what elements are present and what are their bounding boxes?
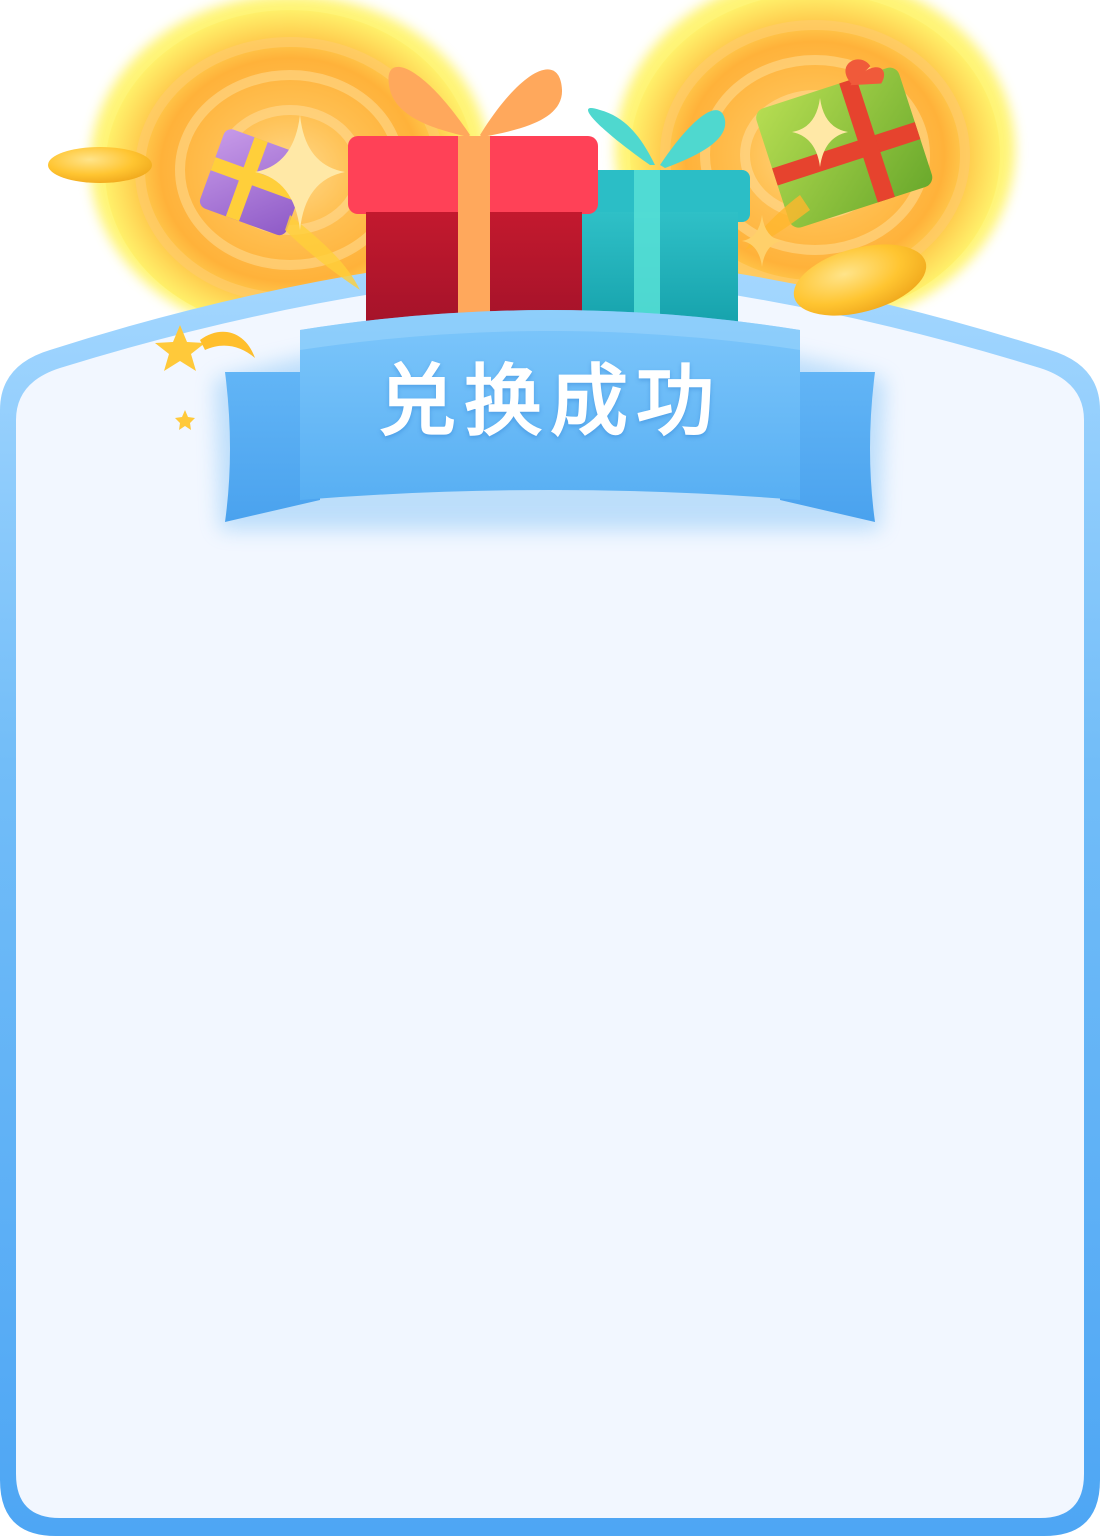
exchange-success-dialog: 兑换成功 [0, 0, 1100, 1536]
dialog-content [60, 560, 1040, 1460]
dialog-title: 兑换成功 [377, 357, 722, 447]
